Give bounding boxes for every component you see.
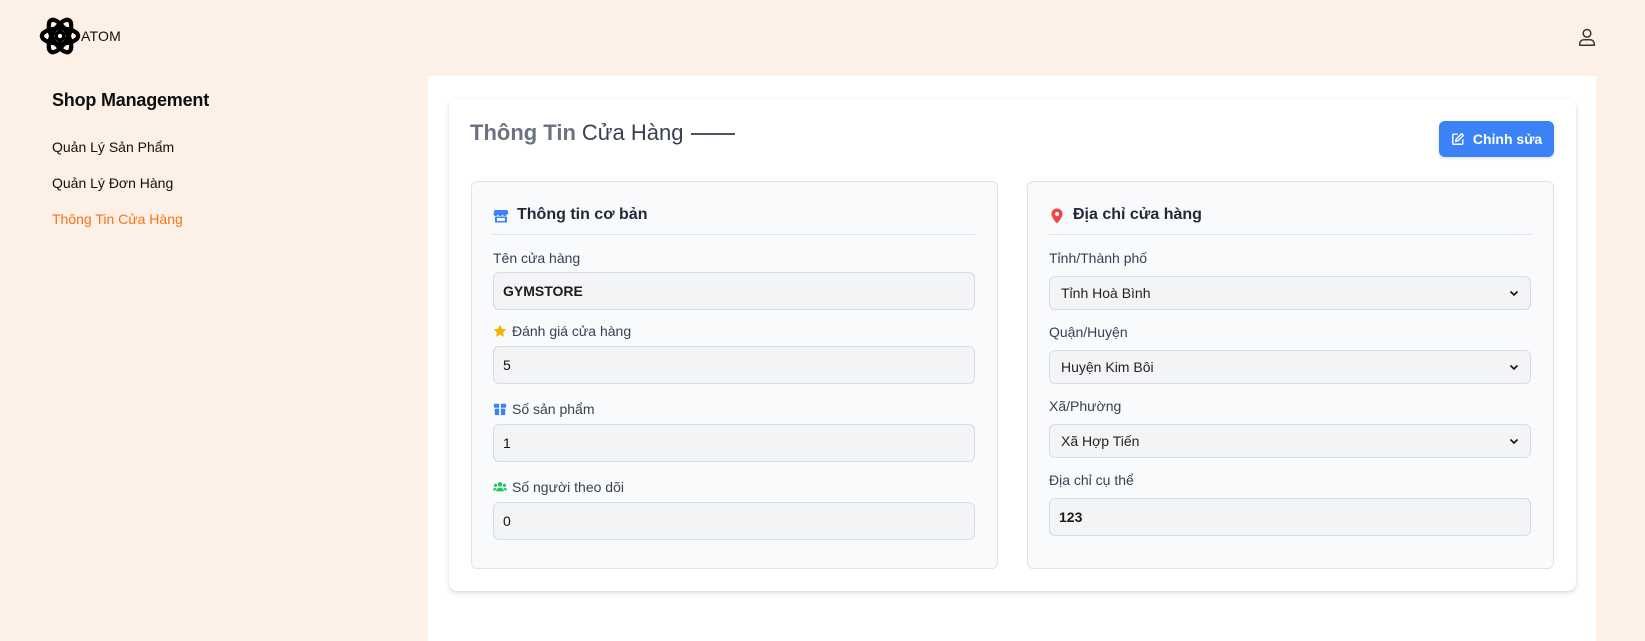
rating-label: Đánh giá cửa hàng: [493, 323, 631, 339]
ward-selected: Xã Hợp Tiến: [1061, 433, 1140, 449]
basic-info-header: Thông tin cơ bản: [493, 206, 975, 235]
province-select[interactable]: Tỉnh Hoà Bình: [1049, 276, 1531, 310]
sidebar: Shop Management Quản Lý Sản Phẩm Quản Lý…: [52, 90, 352, 245]
district-label: Quận/Huyện: [1049, 324, 1128, 340]
chevron-down-icon: [1509, 364, 1519, 371]
province-selected: Tỉnh Hoà Bình: [1061, 285, 1151, 301]
chevron-down-icon: [1509, 290, 1519, 297]
page-title-part2: Cửa Hàng: [581, 120, 684, 145]
rating-field[interactable]: 5: [493, 346, 975, 384]
sidebar-item-store-info[interactable]: Thông Tin Cửa Hàng: [52, 209, 352, 245]
sidebar-item-orders[interactable]: Quản Lý Đơn Hàng: [52, 173, 352, 209]
district-selected: Huyện Kim Bôi: [1061, 359, 1154, 375]
brand-name: ATOM: [81, 28, 121, 44]
edit-button[interactable]: Chỉnh sửa: [1439, 121, 1554, 157]
atom-logo-icon: [39, 17, 81, 55]
sidebar-title: Shop Management: [52, 90, 210, 110]
products-count-field[interactable]: 1: [493, 424, 975, 462]
top-bar: ATOM: [0, 0, 1645, 72]
store-name-label: Tên cửa hàng: [493, 250, 581, 266]
sidebar-item-products[interactable]: Quản Lý Sản Phẩm: [52, 137, 352, 173]
logo[interactable]: ATOM: [39, 14, 121, 58]
district-select[interactable]: Huyện Kim Bôi: [1049, 350, 1531, 384]
chevron-down-icon: [1509, 438, 1519, 445]
followers-count-field[interactable]: 0: [493, 502, 975, 540]
followers-label-text: Số người theo dõi: [512, 479, 624, 495]
address-title: Địa chỉ cửa hàng: [1073, 206, 1202, 223]
edit-icon: [1451, 132, 1464, 145]
title-underline: [691, 133, 736, 135]
ward-label: Xã/Phường: [1049, 398, 1122, 414]
address-section: Địa chỉ cửa hàng Tỉnh/Thành phố Tỉnh Hoà…: [1027, 181, 1554, 569]
address-detail-field[interactable]: 123: [1049, 498, 1531, 536]
address-header: Địa chỉ cửa hàng: [1049, 206, 1531, 235]
star-icon: [493, 324, 507, 337]
user-icon[interactable]: [1576, 26, 1598, 48]
address-detail-label: Địa chỉ cụ thể: [1049, 472, 1134, 488]
rating-label-text: Đánh giá cửa hàng: [512, 323, 632, 339]
map-pin-icon: [1051, 208, 1063, 224]
followers-label: Số người theo dõi: [493, 479, 624, 495]
products-label: Số sản phẩm: [493, 401, 595, 417]
users-icon: [493, 482, 507, 492]
edit-button-label: Chỉnh sửa: [1472, 131, 1543, 147]
ward-select[interactable]: Xã Hợp Tiến: [1049, 424, 1531, 458]
basic-info-title: Thông tin cơ bản: [517, 206, 648, 223]
store-icon: [493, 210, 509, 223]
store-name-field[interactable]: GYMSTORE: [493, 272, 975, 310]
page-title: Thông Tin Cửa Hàng: [470, 120, 736, 146]
box-icon: [493, 403, 507, 416]
basic-info-section: Thông tin cơ bản Tên cửa hàng GYMSTORE Đ…: [471, 181, 998, 569]
province-label: Tỉnh/Thành phố: [1049, 250, 1148, 266]
page-title-part1: Thông Tin: [470, 120, 576, 145]
products-label-text: Số sản phẩm: [512, 401, 595, 417]
